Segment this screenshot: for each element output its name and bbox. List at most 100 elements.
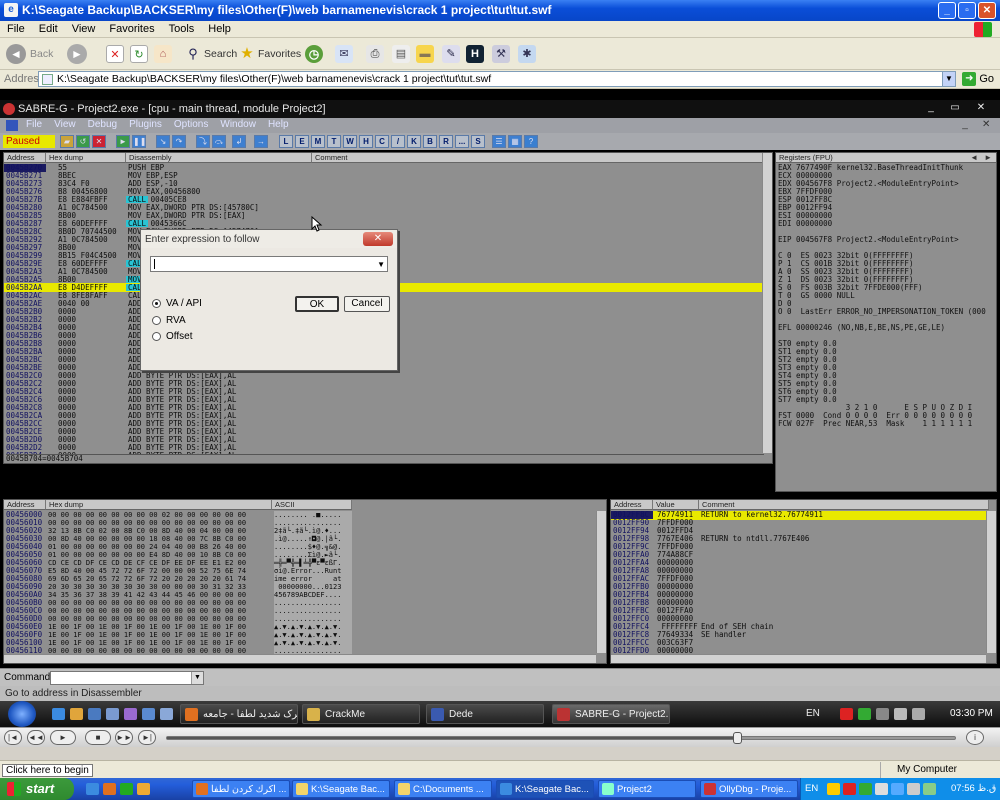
tray-icon[interactable] (891, 783, 904, 795)
open-icon[interactable]: ▰ (60, 135, 74, 148)
olly-menu-file[interactable]: File (20, 118, 48, 130)
vista-task-firefox[interactable]: کرک شدید لطفا - جامعه (180, 704, 298, 724)
references-button[interactable]: R (439, 135, 453, 148)
quicklaunch-icon[interactable] (124, 708, 137, 720)
cancel-button[interactable]: Cancel (344, 296, 390, 312)
tray-icon[interactable] (827, 783, 840, 795)
dialog-close-button[interactable]: ✕ (363, 232, 393, 246)
quicklaunch-icon[interactable] (88, 708, 101, 720)
registers-pane[interactable]: Registers (FPU) ◄ ► EAX 7677490F kernel3… (775, 152, 997, 492)
registers-header[interactable]: Registers (FPU) (776, 153, 996, 163)
playback-slider-thumb[interactable] (733, 732, 742, 744)
trace-into-icon[interactable]: ⤵ (196, 135, 210, 148)
seek-start-button[interactable]: |◄ (4, 730, 22, 745)
stack-pane[interactable]: Address Value Comment 0012FF8C 0012FF90 … (610, 499, 997, 664)
stack-hscrollbar[interactable] (611, 654, 986, 663)
radio-offset[interactable]: Offset (152, 331, 193, 342)
tray-icon[interactable] (876, 708, 889, 720)
olly-minimize-button[interactable]: _ (922, 102, 940, 115)
quicklaunch-icon[interactable] (137, 783, 150, 795)
dump-hex-header[interactable]: Hex dump (46, 500, 272, 510)
olly-menu-window[interactable]: Window (214, 118, 262, 130)
stack-address-header[interactable]: Address (611, 500, 653, 510)
menu-help[interactable]: Help (201, 21, 238, 35)
close-button[interactable]: ✕ (978, 2, 996, 19)
maximize-button[interactable]: ▫ (958, 2, 976, 19)
back-button[interactable]: ◄ Back (6, 42, 53, 66)
stack-scrollbar[interactable] (986, 511, 996, 653)
chevron-down-icon[interactable]: ▼ (191, 672, 203, 684)
tray-icon[interactable] (840, 708, 853, 720)
xp-language[interactable]: EN (805, 783, 818, 794)
menu-view[interactable]: View (65, 21, 103, 35)
edit-button[interactable]: ▤ (392, 42, 410, 66)
step-over-icon[interactable]: ↷ (172, 135, 186, 148)
olly-menu-debug[interactable]: Debug (82, 118, 123, 130)
forward-button[interactable]: ► (67, 42, 87, 66)
vista-task-sabre[interactable]: SABRE-G - Project2... (552, 704, 670, 724)
log-window-button[interactable]: L (279, 135, 293, 148)
expression-input[interactable]: ▼ (150, 256, 388, 272)
rewind-button[interactable]: ◄◄ (27, 730, 45, 745)
dump-hscrollbar[interactable] (4, 654, 596, 663)
xp-task-seagate-1[interactable]: K:\Seagate Bac... (292, 780, 390, 798)
child-minimize-button[interactable]: _ (956, 118, 974, 131)
play-button[interactable]: ► (50, 730, 76, 745)
olly-menu-view[interactable]: View (48, 118, 82, 130)
radio-rva[interactable]: RVA (152, 315, 186, 326)
volume-icon[interactable] (912, 708, 925, 720)
ie-quicklaunch-icon[interactable] (52, 708, 65, 720)
stop-button[interactable]: ✕ (106, 42, 124, 66)
home-button[interactable]: ⌂ (154, 42, 172, 66)
dump-pane[interactable]: Address Hex dump ASCII 00456000 00456010… (3, 499, 607, 664)
research-button[interactable]: ✎ (442, 42, 460, 66)
quicklaunch-icon[interactable] (160, 708, 173, 720)
dump-scrollbar[interactable] (596, 511, 606, 653)
olly-restore-button[interactable]: ▭ (946, 102, 964, 115)
goto-icon[interactable]: → (254, 135, 268, 148)
child-close-button[interactable]: ✕ (976, 118, 994, 131)
volume-icon[interactable] (907, 783, 920, 795)
start-button[interactable]: start (0, 778, 74, 800)
memory-button[interactable]: M (311, 135, 325, 148)
col-disasm-header[interactable]: Disassembly (126, 153, 312, 163)
h-button[interactable]: H (466, 42, 484, 66)
mail-button[interactable]: ✉ (335, 42, 353, 66)
step-into-icon[interactable]: ↘ (156, 135, 170, 148)
xp-task-documents[interactable]: C:\Documents ... (394, 780, 492, 798)
vista-task-dede[interactable]: Dede (426, 704, 544, 724)
tools-button[interactable]: ⚒ (492, 42, 510, 66)
patches-button[interactable]: / (391, 135, 405, 148)
fast-forward-button[interactable]: ►► (115, 730, 133, 745)
olly-menu-options[interactable]: Options (168, 118, 214, 130)
disasm-scrollbar[interactable] (762, 153, 772, 453)
ie-quicklaunch-icon[interactable] (86, 783, 99, 795)
vista-start-orb-icon[interactable] (8, 701, 36, 727)
modules-button[interactable]: E (295, 135, 309, 148)
list-icon[interactable]: ☰ (492, 135, 506, 148)
tray-icon[interactable] (858, 708, 871, 720)
close-debug-icon[interactable]: ✕ (92, 135, 106, 148)
col-address-header[interactable]: Address (4, 153, 46, 163)
breakpoints-button[interactable]: B (423, 135, 437, 148)
quicklaunch-icon[interactable] (70, 708, 83, 720)
network-icon[interactable] (894, 708, 907, 720)
col-hex-header[interactable]: Hex dump (46, 153, 126, 163)
refresh-button[interactable]: ↻ (130, 42, 148, 66)
minimize-button[interactable]: _ (938, 2, 956, 19)
execute-till-return-icon[interactable]: ↲ (232, 135, 246, 148)
stop-playback-button[interactable]: ■ (85, 730, 111, 745)
tray-icon[interactable] (875, 783, 888, 795)
info-button[interactable]: i (966, 730, 984, 745)
stack-value-header[interactable]: Value (653, 500, 699, 510)
address-input[interactable]: K:\Seagate Backup\BACKSER\my files\Other… (38, 71, 955, 87)
next-arrow-icon[interactable]: ► (984, 153, 992, 162)
pause-icon[interactable]: ❚❚ (132, 135, 146, 148)
xp-task-firefox[interactable]: اكرك كردن لطفا ... (192, 780, 290, 798)
firefox-quicklaunch-icon[interactable] (103, 783, 116, 795)
threads-button[interactable]: T (327, 135, 341, 148)
go-button[interactable]: ➜ Go (962, 72, 994, 86)
search-button[interactable]: ⚲ Search (184, 42, 237, 66)
seek-end-button[interactable]: ►| (138, 730, 156, 745)
call-stack-button[interactable]: K (407, 135, 421, 148)
